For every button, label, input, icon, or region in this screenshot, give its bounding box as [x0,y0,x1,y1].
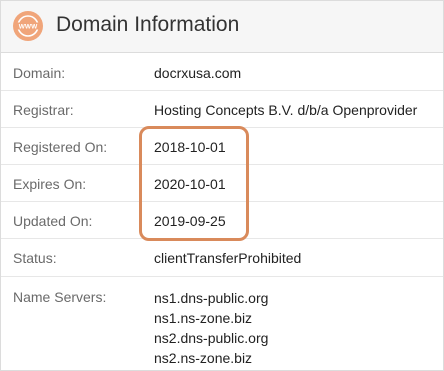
registered-on-value: 2018-10-01 [154,139,226,155]
name-server-item: ns1.ns-zone.biz [154,310,253,326]
name-servers-row: Name Servers: ns1.dns-public.org ns1.ns-… [1,277,443,371]
status-row: Status: clientTransferProhibited [1,239,443,277]
www-globe-icon: WWW [13,11,43,41]
updated-on-row: Updated On: 2019-09-25 [1,202,443,239]
expires-on-row: Expires On: 2020-10-01 [1,165,443,202]
status-value: clientTransferProhibited [154,250,302,266]
panel-header: WWW Domain Information [1,1,443,53]
updated-on-label: Updated On: [13,213,93,229]
domain-value: docrxusa.com [154,65,242,81]
registrar-row: Registrar: Hosting Concepts B.V. d/b/a O… [1,91,443,128]
name-server-item: ns1.dns-public.org [154,290,269,306]
status-label: Status: [13,250,57,266]
registered-on-row: Registered On: 2018-10-01 [1,128,443,165]
panel-title: Domain Information [56,13,240,36]
expires-on-value: 2020-10-01 [154,176,226,192]
domain-row: Domain: docrxusa.com [1,54,443,91]
svg-text:WWW: WWW [19,24,38,31]
name-server-item: ns2.ns-zone.biz [154,350,253,366]
expires-on-label: Expires On: [13,176,87,192]
registrar-label: Registrar: [13,102,74,118]
domain-information-panel: WWW Domain Information Domain: docrxusa.… [0,0,444,371]
name-servers-label: Name Servers: [13,289,107,305]
name-server-item: ns2.dns-public.org [154,330,269,346]
name-servers-list: ns1.dns-public.org ns1.ns-zone.biz ns2.d… [154,288,268,368]
updated-on-value: 2019-09-25 [154,213,226,229]
domain-label: Domain: [13,65,66,81]
registered-on-label: Registered On: [13,139,108,155]
registrar-value: Hosting Concepts B.V. d/b/a Openprovider [154,102,418,118]
